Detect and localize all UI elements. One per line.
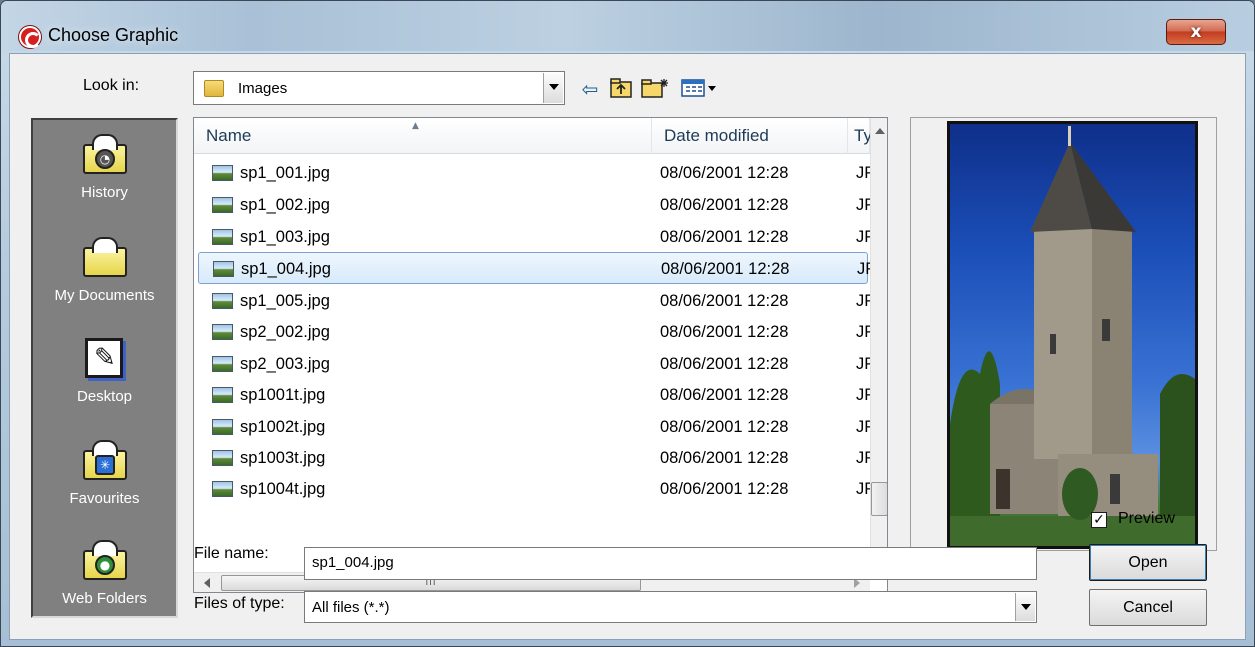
file-date: 08/06/2001 12:28: [660, 323, 789, 341]
file-date: 08/06/2001 12:28: [660, 418, 789, 436]
file-name: sp1002t.jpg: [240, 418, 326, 436]
app-logo-icon: [19, 26, 41, 48]
file-row[interactable]: sp1002t.jpg 08/06/2001 12:28 JPI: [198, 411, 880, 443]
image-file-icon: [212, 356, 233, 372]
file-row[interactable]: sp1001t.jpg 08/06/2001 12:28 JPI: [198, 379, 880, 411]
file-name: sp1_002.jpg: [240, 196, 330, 214]
file-row[interactable]: sp1_005.jpg 08/06/2001 12:28 JPI: [198, 285, 880, 317]
image-file-icon: [212, 419, 233, 435]
column-header-type[interactable]: Ty: [848, 118, 872, 154]
chevron-down-icon[interactable]: [1015, 593, 1035, 621]
file-name: sp1_003.jpg: [240, 228, 330, 246]
file-date: 08/06/2001 12:28: [660, 355, 789, 373]
vertical-scrollbar[interactable]: [870, 118, 887, 572]
title-bar[interactable]: Choose Graphic x: [1, 1, 1254, 51]
file-row[interactable]: sp2_002.jpg 08/06/2001 12:28 JPI: [198, 316, 880, 348]
close-button[interactable]: x: [1166, 19, 1226, 45]
file-date: 08/06/2001 12:28: [660, 164, 789, 182]
file-name-field[interactable]: sp1_004.jpg: [304, 547, 1037, 580]
file-date: 08/06/2001 12:28: [661, 260, 790, 278]
file-list[interactable]: Name ▲ Date modified Ty sp1_001.jpg 08/0…: [193, 117, 888, 593]
place-label: Desktop: [76, 388, 133, 405]
file-type-label: Files of type:: [194, 595, 285, 612]
file-row[interactable]: sp1004t.jpg 08/06/2001 12:28 JPI: [198, 473, 880, 505]
place-label: My Documents: [54, 287, 155, 304]
image-file-icon: [213, 261, 234, 277]
web-folders-icon: ●: [83, 540, 127, 580]
preview-label: Preview: [1118, 510, 1175, 527]
place-history[interactable]: ◔ History: [33, 134, 176, 229]
preview-checkbox[interactable]: ✓: [1091, 512, 1107, 528]
file-date: 08/06/2001 12:28: [660, 292, 789, 310]
file-name: sp1_004.jpg: [241, 260, 331, 278]
my-documents-folder-icon: [83, 237, 127, 277]
dialog-body: Look in: Images ⇦ ◔ History My Documents…: [9, 53, 1246, 640]
up-folder-icon[interactable]: [608, 77, 634, 101]
file-name: sp1_001.jpg: [240, 164, 330, 182]
file-type-value: All files (*.*): [312, 599, 390, 616]
file-name-label: File name:: [194, 545, 269, 562]
open-button[interactable]: Open: [1089, 544, 1207, 581]
scroll-left-icon[interactable]: [204, 578, 210, 588]
sort-ascending-icon: ▲: [412, 121, 419, 131]
look-in-dropdown[interactable]: Images: [193, 71, 565, 105]
file-type-dropdown[interactable]: All files (*.*): [304, 591, 1037, 623]
place-favourites[interactable]: ✳ Favourites: [33, 440, 176, 535]
file-name: sp2_002.jpg: [240, 323, 330, 341]
look-in-value: Images: [238, 80, 288, 97]
file-date: 08/06/2001 12:28: [660, 196, 789, 214]
place-label: Web Folders: [62, 590, 147, 607]
file-date: 08/06/2001 12:28: [660, 228, 789, 246]
choose-graphic-dialog: Choose Graphic x Look in: Images ⇦ ◔ His…: [0, 0, 1255, 647]
file-date: 08/06/2001 12:28: [660, 386, 789, 404]
column-header-date[interactable]: Date modified: [652, 118, 848, 154]
back-arrow-icon[interactable]: ⇦: [578, 77, 602, 101]
place-my-documents[interactable]: My Documents: [33, 237, 176, 332]
file-rows: sp1_001.jpg 08/06/2001 12:28 JPI sp1_002…: [194, 154, 881, 572]
file-date: 08/06/2001 12:28: [660, 480, 789, 498]
vertical-scroll-thumb[interactable]: [871, 482, 887, 516]
file-row[interactable]: sp2_003.jpg 08/06/2001 12:28 JPI: [198, 348, 880, 380]
column-header-name[interactable]: Name: [194, 118, 652, 154]
file-name: sp1_005.jpg: [240, 292, 330, 310]
look-in-label: Look in:: [83, 77, 140, 94]
file-row-selected[interactable]: sp1_004.jpg 08/06/2001 12:28 JPI: [198, 252, 881, 284]
new-folder-icon[interactable]: [640, 77, 670, 101]
file-name: sp1001t.jpg: [240, 386, 326, 404]
favourites-folder-icon: ✳: [83, 440, 127, 480]
place-label: Favourites: [69, 490, 140, 507]
image-file-icon: [212, 293, 233, 309]
window-title: Choose Graphic: [48, 25, 179, 45]
image-file-icon: [212, 481, 233, 497]
folder-icon: [204, 80, 224, 97]
file-date: 08/06/2001 12:28: [660, 449, 789, 467]
view-menu-icon[interactable]: [680, 77, 720, 101]
file-name: sp1004t.jpg: [240, 480, 326, 498]
file-row[interactable]: sp1_003.jpg 08/06/2001 12:28 JPI: [198, 221, 880, 253]
desktop-icon: [85, 338, 123, 378]
file-row[interactable]: sp1_002.jpg 08/06/2001 12:28 JPI: [198, 189, 880, 221]
image-file-icon: [212, 165, 233, 181]
file-name: sp1003t.jpg: [240, 449, 326, 467]
preview-image: [947, 121, 1198, 549]
file-row[interactable]: sp1_001.jpg 08/06/2001 12:28 JPI: [198, 157, 880, 189]
file-row[interactable]: sp1003t.jpg 08/06/2001 12:28 JPI: [198, 442, 880, 474]
place-label: History: [81, 184, 128, 201]
scroll-up-icon[interactable]: [875, 128, 885, 134]
image-file-icon: [212, 229, 233, 245]
image-file-icon: [212, 387, 233, 403]
chevron-down-icon[interactable]: [543, 73, 563, 103]
cancel-button[interactable]: Cancel: [1089, 589, 1207, 626]
places-bar: ◔ History My Documents Desktop ✳ Favouri: [31, 118, 178, 618]
image-file-icon: [212, 450, 233, 466]
place-web-folders[interactable]: ● Web Folders: [33, 540, 176, 635]
image-file-icon: [212, 197, 233, 213]
preview-panel: [910, 117, 1217, 551]
place-desktop[interactable]: Desktop: [33, 338, 176, 433]
file-name: sp2_003.jpg: [240, 355, 330, 373]
history-folder-icon: ◔: [83, 134, 127, 174]
image-file-icon: [212, 324, 233, 340]
